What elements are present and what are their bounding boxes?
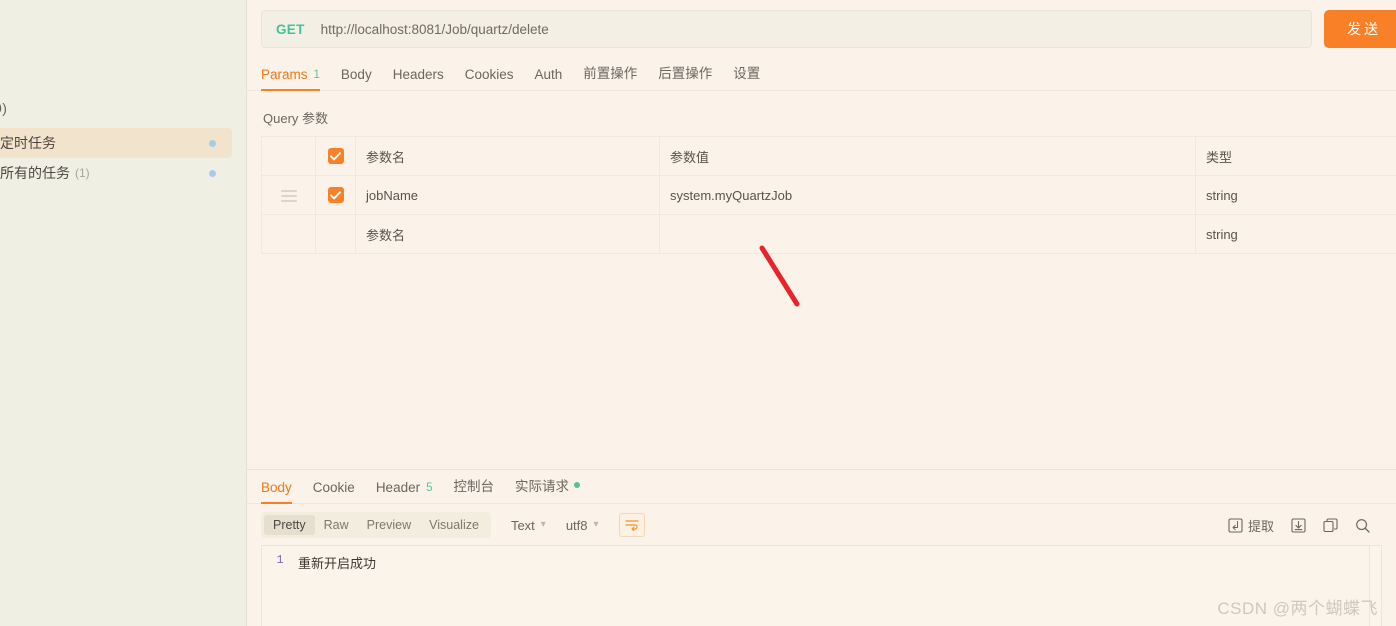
url-bar-row: GET http://localhost:8081/Job/quartz/del… bbox=[247, 0, 1396, 57]
line-number: 1 bbox=[276, 553, 284, 567]
tab-label: Cookie bbox=[312, 480, 355, 495]
sidebar-status-dot bbox=[209, 139, 216, 147]
format-mode-pretty[interactable]: Pretty bbox=[264, 515, 315, 535]
tab-label: Headers bbox=[392, 67, 444, 82]
sidebar-item-scheduled-task[interactable]: 定时任务 bbox=[0, 128, 232, 158]
tab-label: Cookies bbox=[464, 67, 514, 82]
select-all-checkbox[interactable] bbox=[327, 148, 344, 164]
search-button[interactable] bbox=[1355, 518, 1370, 533]
header-checkbox-cell[interactable] bbox=[315, 136, 356, 176]
extract-icon bbox=[1228, 517, 1243, 533]
param-type-select[interactable]: string bbox=[1195, 214, 1396, 254]
response-tab-actual-request[interactable]: 实际请求 bbox=[515, 475, 580, 503]
sidebar-item-count: (1) bbox=[75, 166, 90, 180]
tab-badge: 1 bbox=[313, 68, 320, 81]
tab-label: 前置操作 bbox=[583, 66, 638, 81]
header-type-label: 类型 bbox=[1195, 136, 1396, 176]
sidebar: 0) 定时任务 所有的任务 (1) bbox=[0, 0, 247, 626]
response-body-editor[interactable]: 1 重新开启成功 bbox=[261, 545, 1382, 626]
request-tabs: Params 1 Body Headers Cookies Auth 前置操作 … bbox=[247, 57, 1396, 91]
tab-label: Body bbox=[340, 67, 372, 82]
tab-label: 控制台 bbox=[453, 479, 495, 494]
tab-post-operation[interactable]: 后置操作 bbox=[658, 62, 712, 90]
response-right-tools: 提取 bbox=[1228, 516, 1382, 535]
tab-label: Body bbox=[261, 480, 292, 495]
format-mode-visualize[interactable]: Visualize bbox=[420, 515, 488, 535]
http-method-label[interactable]: GET bbox=[276, 22, 305, 37]
text-wrap-icon bbox=[624, 520, 639, 531]
copy-button[interactable] bbox=[1323, 517, 1338, 533]
tab-label: Header bbox=[375, 480, 421, 495]
tab-body[interactable]: Body bbox=[341, 67, 372, 90]
sidebar-partial-text: 0) bbox=[0, 100, 8, 116]
row-drag-handle bbox=[261, 214, 316, 254]
app-root: 0) 定时任务 所有的任务 (1) GET http://localhost:8… bbox=[0, 0, 1396, 626]
tab-badge: 5 bbox=[426, 481, 433, 494]
url-text[interactable]: http://localhost:8081/Job/quartz/delete bbox=[321, 22, 549, 37]
tab-label: 后置操作 bbox=[658, 66, 713, 81]
encoding-select[interactable]: utf8 ▾ bbox=[566, 518, 599, 533]
query-params-title: Query 参数 bbox=[263, 111, 329, 126]
sidebar-item-label: 定时任务 bbox=[0, 135, 56, 151]
param-name-input[interactable]: 参数名 bbox=[355, 214, 660, 254]
tab-auth[interactable]: Auth bbox=[535, 67, 563, 90]
status-dot-icon bbox=[574, 482, 580, 488]
response-tab-body[interactable]: Body bbox=[261, 480, 292, 504]
extract-label: 提取 bbox=[1247, 518, 1274, 534]
text-wrap-button[interactable] bbox=[618, 513, 645, 537]
drag-handle-icon[interactable] bbox=[280, 189, 297, 202]
download-icon bbox=[1291, 517, 1306, 533]
response-tab-console[interactable]: 控制台 bbox=[454, 475, 495, 503]
sidebar-item-label: 所有的任务 bbox=[0, 165, 70, 181]
copy-icon bbox=[1323, 517, 1338, 532]
format-mode-raw[interactable]: Raw bbox=[315, 515, 358, 535]
header-name-label: 参数名 bbox=[355, 136, 660, 176]
tab-label: Params bbox=[261, 67, 308, 82]
row-enabled-checkbox[interactable] bbox=[327, 187, 344, 203]
tab-headers[interactable]: Headers bbox=[393, 67, 444, 90]
param-value-input[interactable] bbox=[659, 214, 1196, 254]
tab-label: 设置 bbox=[733, 66, 761, 81]
tab-params[interactable]: Params 1 bbox=[261, 67, 320, 91]
response-tabs: Body Cookie Header 5 控制台 实际请求 bbox=[247, 470, 1396, 504]
content-type-select[interactable]: Text ▾ bbox=[511, 518, 546, 533]
watermark: CSDN @两个蝴蝶飞 bbox=[1217, 599, 1378, 618]
extract-button[interactable]: 提取 bbox=[1228, 516, 1274, 535]
header-value-label: 参数值 bbox=[659, 136, 1196, 176]
query-params-area: Query 参数 参数名 参数值 类型 jobName system.myQua… bbox=[247, 91, 1396, 469]
table-row: jobName system.myQuartzJob string bbox=[261, 175, 1396, 215]
download-button[interactable] bbox=[1291, 517, 1306, 533]
chevron-down-icon: ▾ bbox=[593, 519, 599, 530]
tab-label: 实际请求 bbox=[515, 479, 569, 494]
url-input[interactable]: GET http://localhost:8081/Job/quartz/del… bbox=[261, 10, 1312, 48]
content-type-value: Text bbox=[510, 517, 535, 533]
param-name-input[interactable]: jobName bbox=[355, 175, 660, 215]
param-value-input[interactable]: system.myQuartzJob bbox=[659, 175, 1196, 215]
param-type-select[interactable]: string bbox=[1195, 175, 1396, 215]
tab-pre-operation[interactable]: 前置操作 bbox=[583, 62, 637, 90]
format-mode-group: Pretty Raw Preview Visualize bbox=[261, 512, 491, 538]
table-row: 参数名 string bbox=[261, 214, 1396, 254]
header-handle-cell bbox=[261, 136, 316, 176]
tab-cookies[interactable]: Cookies bbox=[465, 67, 514, 90]
tab-settings[interactable]: 设置 bbox=[733, 62, 760, 90]
sidebar-status-dot bbox=[209, 169, 216, 177]
line-number-gutter: 1 bbox=[262, 546, 298, 626]
row-checkbox-cell[interactable] bbox=[315, 175, 356, 215]
query-params-table: 参数名 参数值 类型 jobName system.myQuartzJob st… bbox=[261, 136, 1396, 254]
encoding-value: utf8 bbox=[565, 517, 588, 533]
format-mode-preview[interactable]: Preview bbox=[358, 515, 420, 535]
tab-label: Auth bbox=[534, 67, 563, 82]
sidebar-item-all-tasks[interactable]: 所有的任务 (1) bbox=[0, 158, 232, 188]
row-checkbox-cell[interactable] bbox=[315, 214, 356, 254]
send-button[interactable]: 发送 bbox=[1324, 10, 1396, 48]
response-format-toolbar: Pretty Raw Preview Visualize Text ▾ utf8… bbox=[247, 504, 1396, 545]
row-drag-handle[interactable] bbox=[261, 175, 316, 215]
main-panel: GET http://localhost:8081/Job/quartz/del… bbox=[247, 0, 1396, 626]
response-tab-header[interactable]: Header 5 bbox=[376, 480, 433, 503]
table-header-row: 参数名 参数值 类型 bbox=[261, 136, 1396, 176]
chevron-down-icon: ▾ bbox=[540, 519, 546, 530]
search-icon bbox=[1356, 518, 1370, 533]
response-tab-cookie[interactable]: Cookie bbox=[313, 480, 355, 503]
